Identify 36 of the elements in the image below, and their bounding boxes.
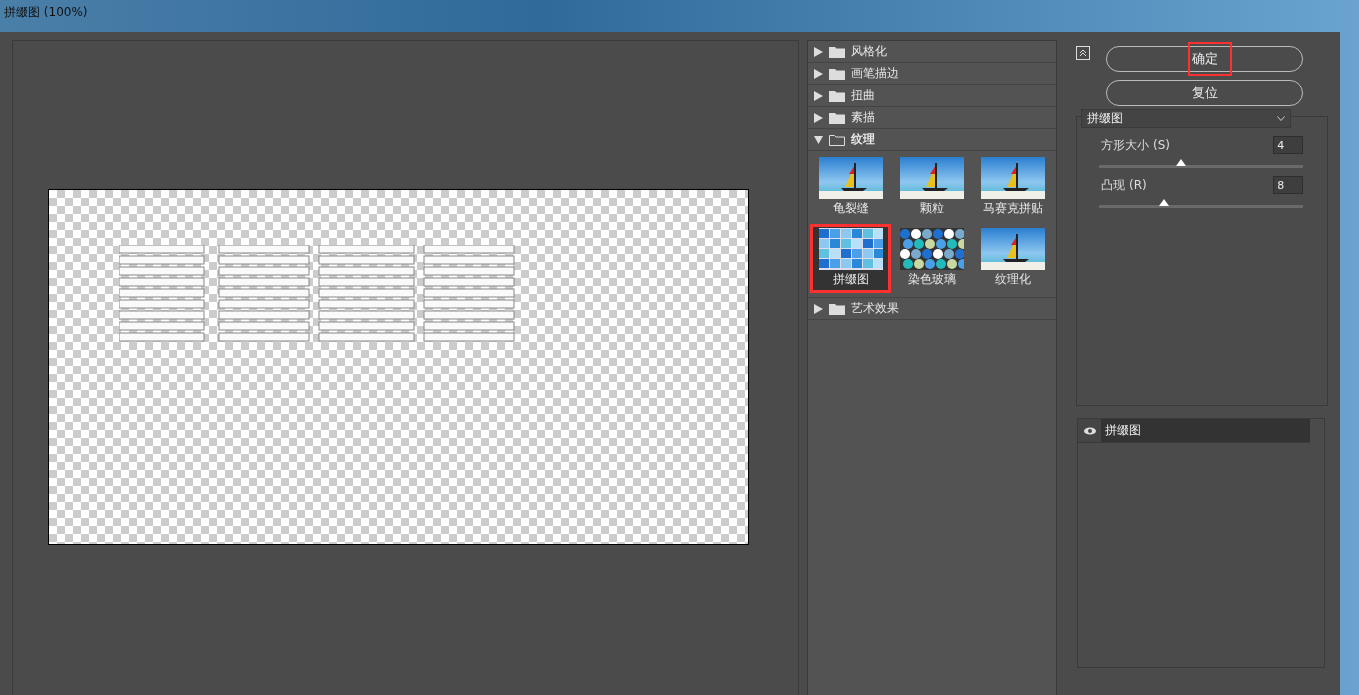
folder-icon — [829, 45, 846, 58]
filter-item[interactable]: 拼缀图 — [810, 224, 892, 293]
filter-item[interactable]: 染色玻璃 — [891, 224, 973, 293]
filter-thumbnail — [818, 157, 883, 199]
disclosure-triangle-icon — [814, 303, 824, 314]
disclosure-triangle-icon — [814, 46, 824, 57]
filter-item[interactable]: 颗粒 — [891, 153, 973, 222]
folder-icon — [829, 111, 846, 124]
disclosure-triangle-icon — [814, 134, 824, 145]
filter-thumbnail — [899, 157, 964, 199]
parameter-label: 凸现 (R) — [1101, 176, 1147, 194]
filter-thumbnail — [980, 157, 1045, 199]
slider-thumb[interactable] — [1159, 199, 1170, 206]
folder-icon — [829, 89, 846, 102]
effect-layer[interactable]: 拼缀图 — [1101, 419, 1311, 442]
folder-icon — [829, 67, 846, 80]
eye-icon[interactable] — [1083, 426, 1096, 435]
folder-icon — [829, 133, 846, 146]
collapse-icon[interactable] — [1076, 46, 1091, 60]
disclosure-triangle-icon — [814, 112, 824, 123]
disclosure-triangle-icon — [814, 68, 824, 79]
disclosure-triangle-icon — [814, 90, 824, 101]
value-field[interactable]: 8 — [1273, 176, 1304, 194]
folder-icon — [829, 302, 846, 315]
filter-thumbnail — [980, 228, 1045, 270]
window-title: 拼缀图 (100%) — [4, 3, 88, 21]
parameter-label: 方形大小 (S) — [1101, 136, 1170, 154]
filter-thumbnail — [899, 228, 964, 270]
filter-item[interactable]: 马赛克拼贴 — [972, 153, 1054, 222]
chevron-down-icon — [1277, 116, 1286, 121]
value-field[interactable]: 4 — [1273, 136, 1304, 154]
filter-thumbnail — [818, 228, 883, 270]
slider-thumb[interactable] — [1175, 159, 1186, 166]
filter-item[interactable]: 纹理化 — [972, 224, 1054, 293]
filter-dropdown[interactable]: 拼缀图 — [1081, 109, 1292, 128]
filter-item[interactable]: 龟裂缝 — [810, 153, 892, 222]
